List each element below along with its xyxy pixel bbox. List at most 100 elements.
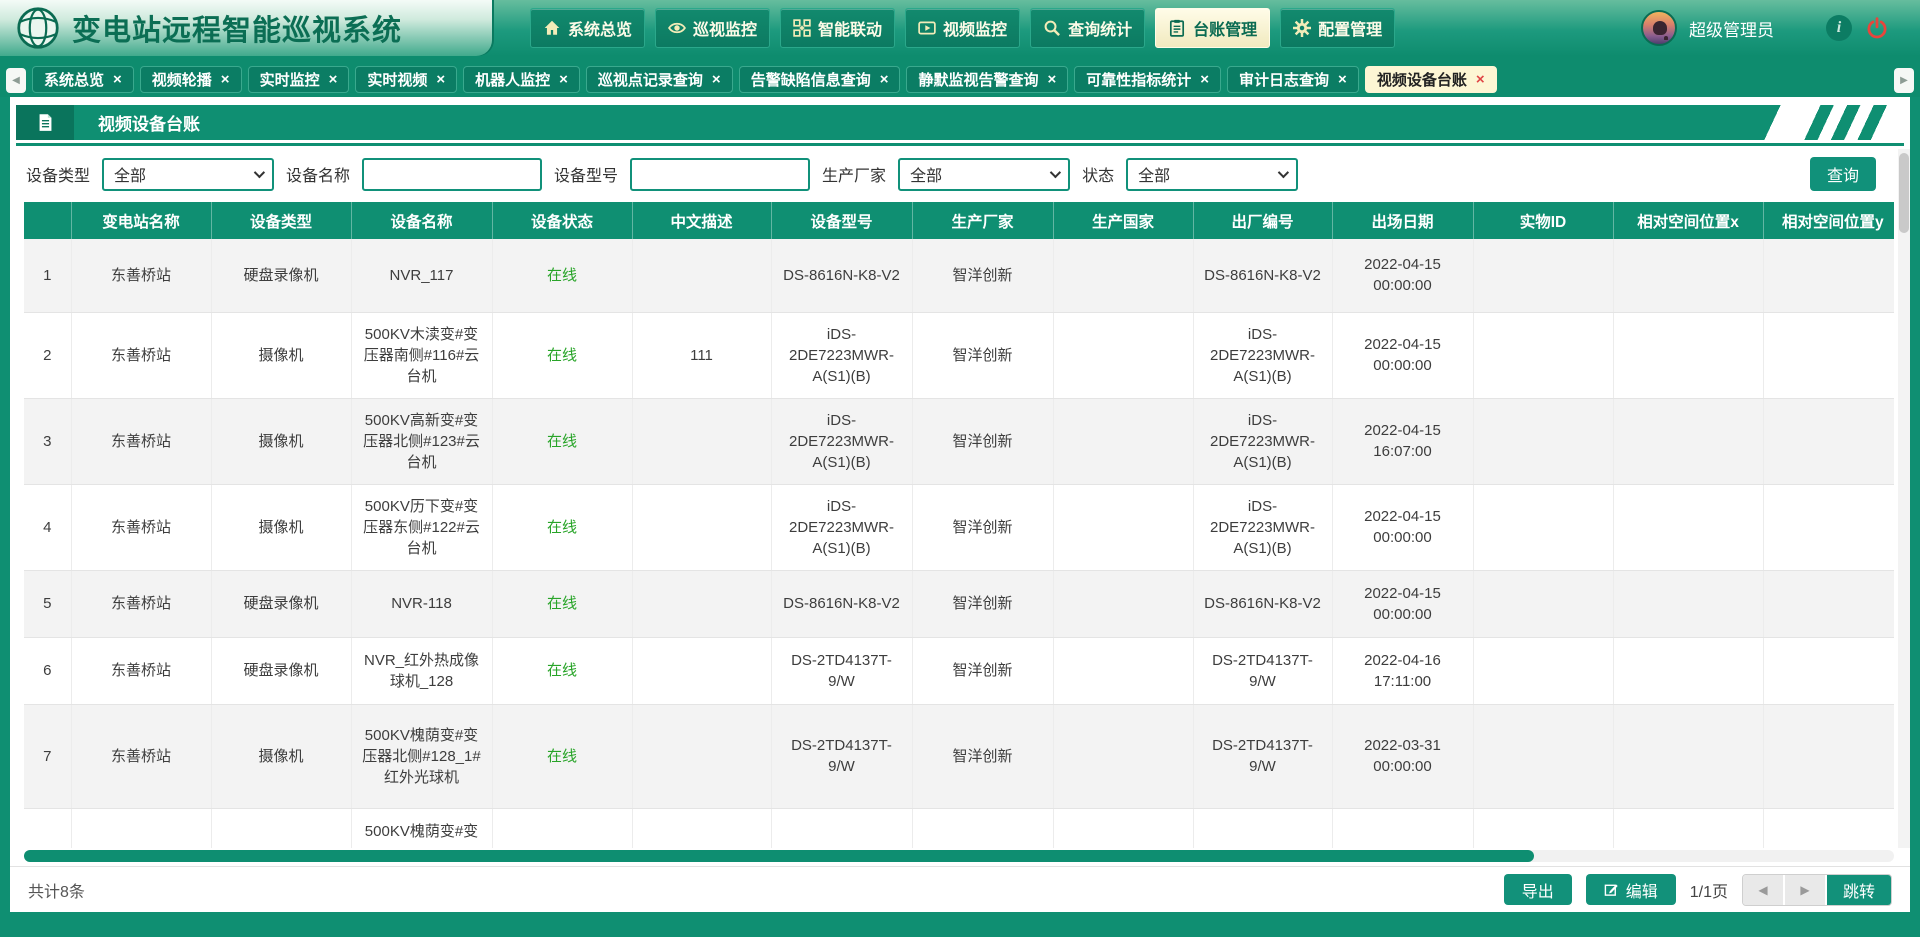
table-cell: 1 <box>24 239 71 312</box>
table-cell <box>632 637 771 704</box>
table-cell: DS-8616N-K8-V2 <box>771 570 912 637</box>
table-cell: 东善桥站 <box>71 484 211 570</box>
close-icon[interactable]: × <box>1047 72 1056 87</box>
table-row[interactable]: 2东善桥站摄像机500KV木渎变#变压器南侧#116#云台机在线111iDS-2… <box>24 312 1894 398</box>
close-icon[interactable]: × <box>559 72 568 87</box>
table-cell: iDS-2DE7223MWR-A(S1)(B) <box>771 398 912 484</box>
total-count: 共计8条 <box>28 878 85 902</box>
close-icon[interactable]: × <box>436 72 445 87</box>
table-cell: DS-8616N-K8-V2 <box>1193 570 1332 637</box>
tab-系统总览[interactable]: 系统总览× <box>32 66 134 93</box>
table-cell: 500KV木渎变#变压器南侧#116#云台机 <box>351 312 492 398</box>
footer-bar: 共计8条 导出 编辑 1/1页 ◀ ▶ 跳转 <box>10 866 1910 912</box>
device-name-input[interactable] <box>362 158 542 191</box>
table-cell: 6 <box>24 637 71 704</box>
prev-page-icon[interactable]: ◀ <box>1743 875 1785 905</box>
tab-scroll-right-icon[interactable]: ▶ <box>1894 68 1914 93</box>
close-icon[interactable]: × <box>1200 72 1209 87</box>
edit-button[interactable]: 编辑 <box>1586 874 1676 905</box>
nav-button-巡视监控[interactable]: 巡视监控 <box>655 8 770 48</box>
tab-视频轮播[interactable]: 视频轮播 × <box>140 66 242 93</box>
brand-area: 变电站远程智能巡视系统 <box>0 0 492 56</box>
nav-button-智能联动[interactable]: 智能联动 <box>780 8 895 48</box>
table-cell: 2022-04-15 16:07:00 <box>1332 398 1473 484</box>
table-row[interactable]: 4东善桥站摄像机500KV历下变#变压器东侧#122#云台机在线iDS-2DE7… <box>24 484 1894 570</box>
table-header-row: 变电站名称设备类型设备名称设备状态中文描述设备型号生产厂家生产国家出厂编号出场日… <box>24 202 1894 239</box>
table-cell: 2 <box>24 312 71 398</box>
status-label: 状态 <box>1082 162 1114 186</box>
table-cell: 东善桥站 <box>71 570 211 637</box>
device-type-select[interactable]: 全部 <box>102 158 274 191</box>
table-cell <box>1053 704 1193 808</box>
horizontal-scrollbar-thumb[interactable] <box>24 850 1534 862</box>
table-cell <box>1053 484 1193 570</box>
export-label: 导出 <box>1522 878 1554 902</box>
search-button[interactable]: 查询 <box>1810 157 1876 191</box>
vertical-scrollbar-thumb[interactable] <box>1899 153 1909 233</box>
manufacturer-select[interactable]: 全部 <box>898 158 1070 191</box>
close-icon[interactable]: × <box>1476 72 1485 87</box>
tab-label: 告警缺陷信息查询 <box>751 69 871 90</box>
table-cell: 摄像机 <box>211 398 351 484</box>
tab-审计日志查询[interactable]: 审计日志查询× <box>1227 66 1359 93</box>
table-cell: NVR_红外热成像球机_128 <box>351 637 492 704</box>
tab-实时视频[interactable]: 实时视频 × <box>355 66 457 93</box>
tab-巡视点记录查询[interactable]: 巡视点记录查询× <box>586 66 733 93</box>
close-icon[interactable]: × <box>1338 72 1347 87</box>
nav-button-台账管理[interactable]: 台账管理 <box>1155 8 1270 48</box>
table-cell <box>1053 312 1193 398</box>
tab-实时监控[interactable]: 实时监控× <box>248 66 350 93</box>
jump-button[interactable]: 跳转 <box>1827 875 1891 905</box>
table-cell <box>632 704 771 808</box>
device-model-label: 设备型号 <box>554 162 618 186</box>
tab-label: 实时视频 <box>367 69 427 90</box>
tab-label: 静默监视告警查询 <box>918 69 1038 90</box>
tab-告警缺陷信息查询[interactable]: 告警缺陷信息查询 × <box>739 66 901 93</box>
table-cell: 2022-04-15 00:00:00 <box>1332 484 1473 570</box>
tab-机器人监控[interactable]: 机器人监控× <box>463 66 580 93</box>
info-icon[interactable]: i <box>1826 15 1852 41</box>
device-model-input[interactable] <box>630 158 810 191</box>
table-row[interactable]: 1东善桥站硬盘录像机NVR_117在线DS-8616N-K8-V2智洋创新DS-… <box>24 239 1894 312</box>
chevron-down-icon <box>1050 167 1061 178</box>
close-icon[interactable]: × <box>221 72 230 87</box>
table-row[interactable]: 500KV槐荫变#变 <box>24 808 1894 848</box>
device-name-label: 设备名称 <box>286 162 350 186</box>
nav-button-视频监控[interactable]: 视频监控 <box>905 8 1020 48</box>
close-icon[interactable]: × <box>329 72 338 87</box>
table-row[interactable]: 7东善桥站摄像机500KV槐荫变#变压器北侧#128_1#红外光球机在线DS-2… <box>24 704 1894 808</box>
table-cell <box>1473 398 1613 484</box>
user-avatar[interactable] <box>1641 10 1677 46</box>
table-cell: iDS-2DE7223MWR-A(S1)(B) <box>771 312 912 398</box>
close-icon[interactable]: × <box>113 72 122 87</box>
close-icon[interactable]: × <box>880 72 889 87</box>
export-button[interactable]: 导出 <box>1504 874 1572 905</box>
table-cell <box>1613 239 1763 312</box>
page-indicator: 1/1页 <box>1690 878 1728 902</box>
vertical-scrollbar <box>1898 149 1910 848</box>
table-row[interactable]: 5东善桥站硬盘录像机NVR-118在线DS-8616N-K8-V2智洋创新DS-… <box>24 570 1894 637</box>
table-cell: 智洋创新 <box>912 398 1053 484</box>
close-icon[interactable]: × <box>712 72 721 87</box>
tab-scroll-left-icon[interactable]: ◀ <box>6 68 26 93</box>
table-cell: 东善桥站 <box>71 398 211 484</box>
nav-button-配置管理[interactable]: 配置管理 <box>1280 8 1395 48</box>
tab-视频设备台账[interactable]: 视频设备台账× <box>1365 66 1497 93</box>
tab-label: 视频轮播 <box>152 69 212 90</box>
table-cell <box>1763 398 1894 484</box>
power-logout-icon[interactable] <box>1864 15 1890 41</box>
column-header: 变电站名称 <box>71 202 211 239</box>
status-select[interactable]: 全部 <box>1126 158 1298 191</box>
device-type-label: 设备类型 <box>26 162 90 186</box>
column-header: 生产国家 <box>1053 202 1193 239</box>
table-row[interactable]: 3东善桥站摄像机500KV高新变#变压器北侧#123#云台机在线iDS-2DE7… <box>24 398 1894 484</box>
column-header: 生产厂家 <box>912 202 1053 239</box>
tab-可靠性指标统计[interactable]: 可靠性指标统计× <box>1074 66 1221 93</box>
next-page-icon[interactable]: ▶ <box>1785 875 1827 905</box>
tab-静默监视告警查询[interactable]: 静默监视告警查询 × <box>906 66 1068 93</box>
nav-button-系统总览[interactable]: 系统总览 <box>530 8 645 48</box>
table-row[interactable]: 6东善桥站硬盘录像机NVR_红外热成像球机_128在线DS-2TD4137T-9… <box>24 637 1894 704</box>
nav-button-查询统计[interactable]: 查询统计 <box>1030 8 1145 48</box>
column-header: 出场日期 <box>1332 202 1473 239</box>
document-icon <box>16 105 74 140</box>
